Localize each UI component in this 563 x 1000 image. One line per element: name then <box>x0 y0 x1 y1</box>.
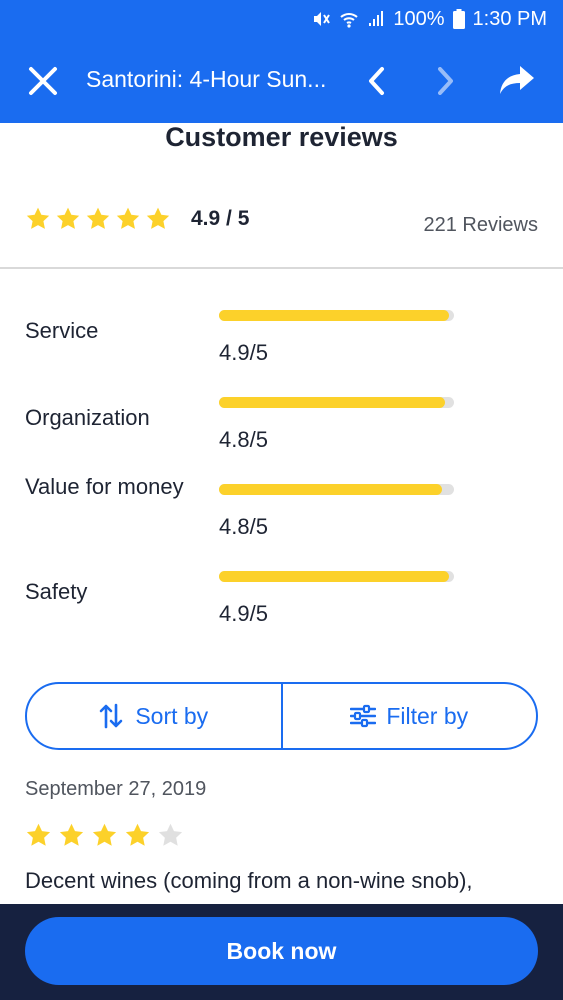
clock: 1:30 PM <box>472 7 547 30</box>
battery-percent: 100% <box>393 7 445 30</box>
rating-label: Service <box>25 318 99 343</box>
rating-bar <box>219 484 454 495</box>
rating-bar-fill <box>219 310 450 321</box>
signal-icon <box>367 10 385 28</box>
star-filled-icon <box>55 206 81 232</box>
rating-label: Safety <box>25 579 88 604</box>
star-filled-icon <box>91 822 118 849</box>
sort-button[interactable]: Sort by <box>27 684 281 748</box>
star-filled-icon <box>124 822 151 849</box>
rating-value: 4.8/5 <box>219 514 268 539</box>
sort-icon <box>99 703 123 729</box>
close-icon[interactable] <box>26 64 60 98</box>
review-count[interactable]: 221 Reviews <box>423 214 538 237</box>
app-bar: Santorini: 4-Hour Sun... <box>0 38 563 123</box>
sort-label: Sort by <box>135 702 209 729</box>
filter-button[interactable]: Filter by <box>283 684 537 748</box>
wifi-icon <box>339 9 359 29</box>
overall-rating: 4.9 / 5 <box>25 206 249 232</box>
rating-bar <box>219 571 454 582</box>
star-empty-icon <box>157 822 184 849</box>
star-filled-icon <box>25 822 52 849</box>
rating-bar <box>219 310 454 321</box>
rating-value: 4.9/5 <box>219 340 268 365</box>
review-text: Decent wines (coming from a non-wine sno… <box>25 868 473 893</box>
divider <box>0 267 563 269</box>
rating-bar-fill <box>219 397 445 408</box>
rating-label: Organization <box>25 405 150 430</box>
app-screen: 100% 1:30 PM Santorini: 4-Hour Sun... Cu… <box>0 0 563 1000</box>
review-date: September 27, 2019 <box>25 778 207 800</box>
overall-stars <box>25 206 171 232</box>
chevron-right-icon[interactable] <box>432 64 458 98</box>
rating-bar-fill <box>219 571 450 582</box>
star-filled-icon <box>145 206 171 232</box>
mute-icon <box>311 9 331 29</box>
share-icon[interactable] <box>498 63 536 97</box>
page-title: Santorini: 4-Hour Sun... <box>86 66 327 92</box>
book-now-button[interactable]: Book now <box>25 917 538 985</box>
rating-value: 4.9/5 <box>219 601 268 626</box>
sort-filter-group: Sort by Filter by <box>25 682 538 750</box>
star-filled-icon <box>58 822 85 849</box>
bottom-bar: Book now <box>0 904 563 1000</box>
star-filled-icon <box>25 206 51 232</box>
section-title: Customer reviews <box>165 122 398 152</box>
filter-sliders-icon <box>350 703 377 729</box>
rating-value: 4.8/5 <box>219 427 268 452</box>
rating-bar <box>219 397 454 408</box>
star-filled-icon <box>115 206 141 232</box>
review-stars <box>25 822 184 849</box>
battery-icon <box>452 9 465 29</box>
rating-label: Value for money <box>25 474 184 499</box>
status-bar: 100% 1:30 PM <box>0 0 563 38</box>
chevron-left-icon[interactable] <box>364 64 390 98</box>
filter-label: Filter by <box>386 702 469 729</box>
rating-bar-fill <box>219 484 443 495</box>
star-filled-icon <box>85 206 111 232</box>
overall-score: 4.9 / 5 <box>191 207 250 230</box>
